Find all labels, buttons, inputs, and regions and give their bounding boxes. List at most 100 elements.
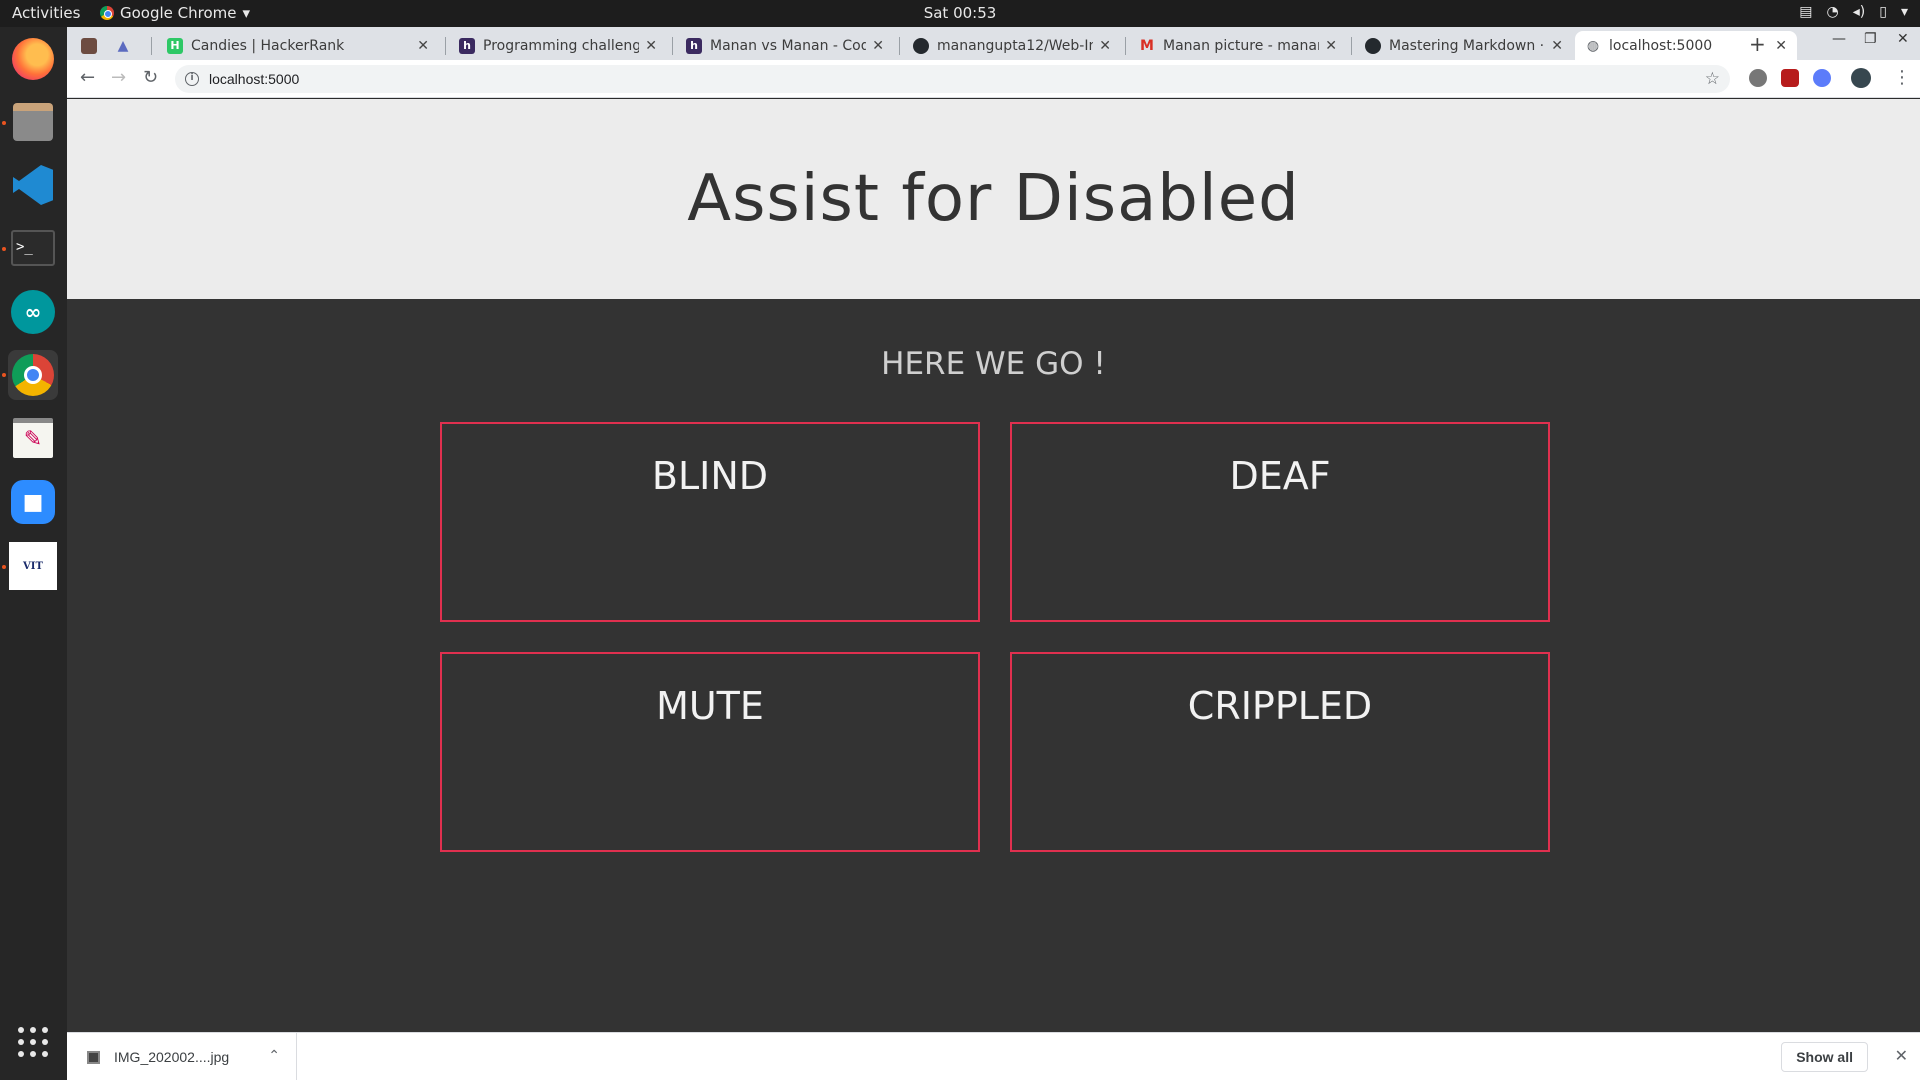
minimize-button[interactable]: — xyxy=(1832,31,1846,47)
close-icon[interactable]: ✕ xyxy=(1775,38,1787,54)
chevron-up-icon[interactable]: ⌃ xyxy=(268,1047,280,1064)
codechef-icon: h xyxy=(459,37,475,54)
info-icon[interactable]: i xyxy=(185,72,199,86)
dock-zoom[interactable]: ■ xyxy=(8,477,58,527)
omnibox[interactable]: i ☆ xyxy=(175,65,1730,93)
tab-codechef-programming[interactable]: h Programming challenge ✕ xyxy=(449,31,667,60)
system-top-bar: Activities Google Chrome ▾ Sat 00:53 ▤ ◔… xyxy=(0,0,1920,27)
window-close-button[interactable]: ✕ xyxy=(1897,31,1909,47)
close-icon[interactable]: ✕ xyxy=(645,38,657,54)
show-all-button[interactable]: Show all xyxy=(1781,1042,1868,1072)
forward-button[interactable]: → xyxy=(111,67,126,88)
dock-vit-app[interactable]: VIT xyxy=(8,541,58,591)
firefox-icon xyxy=(12,38,54,80)
vit-logo-icon: VIT xyxy=(9,542,57,590)
restore-button[interactable]: ❐ xyxy=(1864,31,1877,47)
app-grid-icon xyxy=(18,1027,48,1057)
running-indicator xyxy=(2,121,6,125)
hackerrank-icon: H xyxy=(167,37,183,54)
app-menu-label: Google Chrome xyxy=(120,4,237,22)
extension-icon[interactable] xyxy=(1749,69,1767,87)
globe-icon: ◍ xyxy=(1586,37,1600,54)
chrome-icon xyxy=(100,6,114,20)
close-icon[interactable]: ✕ xyxy=(872,38,884,54)
tab-gmail[interactable]: M Manan picture - manan ✕ xyxy=(1129,31,1347,60)
tab-hackerrank[interactable]: H Candies | HackerRank ✕ xyxy=(157,31,439,60)
web-page: Assist for Disabled HERE WE GO ! BLIND D… xyxy=(67,99,1920,1032)
vscode-icon xyxy=(13,165,53,205)
tab-github-markdown[interactable]: Mastering Markdown · G ✕ xyxy=(1355,31,1573,60)
card-mute[interactable]: MUTE xyxy=(440,652,980,852)
avatar-icon xyxy=(81,37,97,54)
extension-icon[interactable] xyxy=(1813,69,1831,87)
dock-terminal[interactable]: >_ xyxy=(8,223,58,273)
profile-avatar[interactable] xyxy=(1851,68,1871,88)
close-icon[interactable]: ✕ xyxy=(1895,1046,1908,1066)
tab-title: Candies | HackerRank xyxy=(191,37,345,54)
gmail-icon: M xyxy=(1140,37,1154,54)
download-shelf: IMG_202002....jpg ⌃ Show all ✕ xyxy=(67,1032,1920,1080)
volume-icon[interactable]: ◂) xyxy=(1853,4,1866,20)
dock-files[interactable] xyxy=(8,97,58,147)
running-indicator xyxy=(2,373,6,377)
image-file-icon xyxy=(87,1050,100,1064)
card-crippled[interactable]: CRIPPLED xyxy=(1010,652,1550,852)
hero-banner: Assist for Disabled xyxy=(67,99,1920,299)
files-icon xyxy=(13,103,53,141)
download-item[interactable]: IMG_202002....jpg ⌃ xyxy=(67,1033,297,1080)
download-filename: IMG_202002....jpg xyxy=(114,1049,230,1065)
arduino-icon: ∞ xyxy=(11,290,55,334)
running-indicator xyxy=(2,247,6,251)
clock[interactable]: Sat 00:53 xyxy=(924,4,997,22)
battery-icon[interactable]: ▯ xyxy=(1879,4,1887,20)
tab-github-web[interactable]: manangupta12/Web-In ✕ xyxy=(903,31,1121,60)
tab-title: Manan vs Manan - Code xyxy=(710,37,867,54)
dock: >_ ∞ ✎ ■ VIT xyxy=(0,27,67,1080)
url-input[interactable] xyxy=(209,71,1659,87)
card-deaf[interactable]: DEAF xyxy=(1010,422,1550,622)
chrome-icon xyxy=(12,354,54,396)
show-applications[interactable] xyxy=(8,1017,58,1067)
reload-button[interactable]: ↻ xyxy=(143,67,158,88)
tab-title: Manan picture - manan xyxy=(1163,37,1320,54)
terminal-icon: >_ xyxy=(11,230,55,266)
dock-chrome[interactable] xyxy=(8,350,58,400)
running-indicator xyxy=(2,565,6,569)
close-icon[interactable]: ✕ xyxy=(1099,38,1111,54)
ublock-icon[interactable] xyxy=(1781,69,1799,87)
dock-arduino[interactable]: ∞ xyxy=(8,287,58,337)
dock-vscode[interactable] xyxy=(8,160,58,210)
bookmark-star-icon[interactable]: ☆ xyxy=(1705,69,1720,89)
close-icon[interactable]: ✕ xyxy=(1551,38,1563,54)
dock-firefox[interactable] xyxy=(8,34,58,84)
browser-toolbar: ← → ↻ i ☆ ⋮ xyxy=(67,60,1920,98)
tab-pinned-avatar[interactable] xyxy=(75,31,105,60)
chevron-down-icon: ▾ xyxy=(242,4,251,22)
tab-title: localhost:5000 xyxy=(1609,37,1713,54)
tab-title: Mastering Markdown · G xyxy=(1389,37,1546,54)
chevron-down-icon[interactable]: ▾ xyxy=(1901,4,1908,20)
page-title: Assist for Disabled xyxy=(687,162,1300,236)
tab-codechef-manan[interactable]: h Manan vs Manan - Code ✕ xyxy=(676,31,894,60)
card-blind[interactable]: BLIND xyxy=(440,422,980,622)
github-icon xyxy=(913,37,929,54)
tab-title: manangupta12/Web-In xyxy=(937,37,1094,54)
back-button[interactable]: ← xyxy=(80,67,95,88)
dock-text-editor[interactable]: ✎ xyxy=(8,413,58,463)
wifi-icon[interactable]: ◔ xyxy=(1827,4,1839,20)
close-icon[interactable]: ✕ xyxy=(1325,38,1337,54)
close-icon[interactable]: ✕ xyxy=(417,38,429,54)
tab-pinned-mountain[interactable]: ▲ xyxy=(109,31,139,60)
system-tray[interactable]: ▤ ◔ ◂) ▯ ▾ xyxy=(1799,4,1908,20)
app-menu[interactable]: Google Chrome ▾ xyxy=(100,4,250,22)
zoom-icon: ■ xyxy=(11,480,55,524)
menu-kebab-icon[interactable]: ⋮ xyxy=(1893,67,1911,88)
activities-button[interactable]: Activities xyxy=(12,4,80,22)
github-icon xyxy=(1365,37,1381,54)
codechef-icon: h xyxy=(686,37,702,54)
notes-icon[interactable]: ▤ xyxy=(1799,4,1812,20)
text-editor-icon: ✎ xyxy=(13,418,53,458)
new-tab-button[interactable]: + xyxy=(1749,32,1766,56)
tab-strip: ▲ H Candies | HackerRank ✕ h Programming… xyxy=(67,27,1920,60)
mountain-icon: ▲ xyxy=(117,37,129,54)
